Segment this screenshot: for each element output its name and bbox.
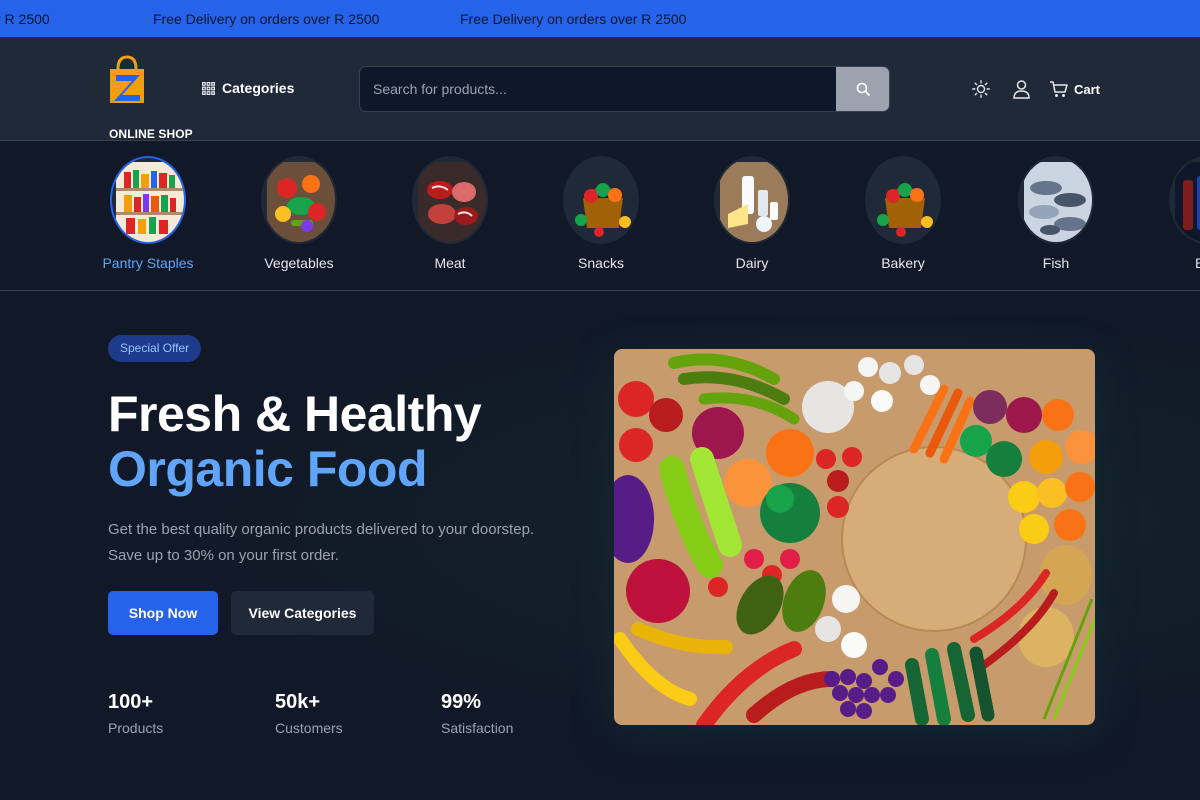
- logo[interactable]: ONLINE SHOP: [108, 55, 193, 141]
- special-offer-badge: Special Offer: [108, 335, 202, 362]
- sun-icon[interactable]: [972, 80, 990, 98]
- hero-title: Fresh & Healthy Organic Food: [108, 386, 482, 497]
- promo-bar: r R 2500 Free Delivery on orders over R …: [0, 0, 1200, 37]
- stat-value: 50k+: [275, 691, 321, 713]
- category-meat[interactable]: Meat: [388, 156, 508, 281]
- stat-customers: 50k+ Customers: [275, 691, 343, 736]
- category-label: Bakery: [881, 255, 925, 271]
- category-image: [563, 156, 639, 244]
- category-label: Bev: [1145, 255, 1200, 271]
- stat-value: 99%: [441, 691, 482, 713]
- cart-button[interactable]: Cart: [1049, 80, 1100, 98]
- search-bar: [359, 66, 890, 112]
- category-image: [1018, 156, 1094, 244]
- stat-label: Customers: [275, 720, 343, 736]
- stat-satisfaction: 99% Satisfaction: [441, 691, 513, 736]
- logo-text: ONLINE SHOP: [109, 127, 193, 141]
- stat-products: 100+ Products: [108, 691, 163, 736]
- view-categories-button[interactable]: View Categories: [231, 591, 374, 635]
- category-image: [714, 156, 790, 244]
- promo-message: r R 2500: [0, 11, 50, 27]
- promo-message: Free Delivery on orders over R 2500: [460, 11, 687, 27]
- category-pantry-staples[interactable]: Pantry Staples: [86, 156, 206, 281]
- category-image: [412, 156, 488, 244]
- category-fish[interactable]: Fish: [994, 156, 1114, 281]
- category-dairy[interactable]: Dairy: [690, 156, 810, 281]
- category-image: [110, 156, 186, 244]
- hero-section: Special Offer Fresh & Healthy Organic Fo…: [0, 291, 1200, 800]
- stat-value: 100+: [108, 691, 154, 713]
- category-label: Vegetables: [264, 255, 334, 271]
- hero-description: Get the best quality organic products de…: [108, 521, 535, 564]
- shop-now-button[interactable]: Shop Now: [108, 591, 218, 635]
- category-label: Dairy: [735, 255, 769, 271]
- grid-icon: [202, 81, 215, 95]
- stat-label: Satisfaction: [441, 720, 514, 736]
- promo-message: Free Delivery on orders over R 2500: [153, 11, 380, 27]
- category-image: [865, 156, 941, 244]
- category-beverages[interactable]: Bev: [1145, 156, 1200, 281]
- site-header: ONLINE SHOP Categories Search for produc…: [0, 37, 1200, 141]
- category-label: Snacks: [578, 255, 624, 271]
- hero-title-line1: Fresh & Healthy: [108, 386, 482, 442]
- categories-label: Categories: [222, 80, 295, 96]
- category-snacks[interactable]: Snacks: [539, 156, 659, 281]
- hero-title-line2: Organic Food: [108, 441, 428, 497]
- cart-icon: [1050, 81, 1068, 97]
- category-label: Fish: [1042, 255, 1070, 271]
- hero-vegetables-image: [614, 349, 1095, 725]
- shopping-bag-logo-icon: [110, 55, 144, 103]
- user-icon[interactable]: [1013, 80, 1030, 99]
- category-strip: Pantry Staples Vegetables Meat Snacks Da…: [0, 142, 1200, 291]
- cart-label: Cart: [1074, 81, 1101, 97]
- category-label: Meat: [434, 255, 466, 271]
- category-label: Pantry Staples: [102, 255, 194, 271]
- category-image: [261, 156, 337, 244]
- search-icon: [856, 82, 870, 96]
- search-input[interactable]: [360, 67, 838, 111]
- category-image: [1169, 156, 1200, 244]
- stat-label: Products: [108, 720, 164, 736]
- category-bakery[interactable]: Bakery: [841, 156, 961, 281]
- category-vegetables[interactable]: Vegetables: [237, 156, 357, 281]
- search-button[interactable]: [836, 67, 889, 111]
- categories-menu-button[interactable]: Categories: [202, 80, 294, 96]
